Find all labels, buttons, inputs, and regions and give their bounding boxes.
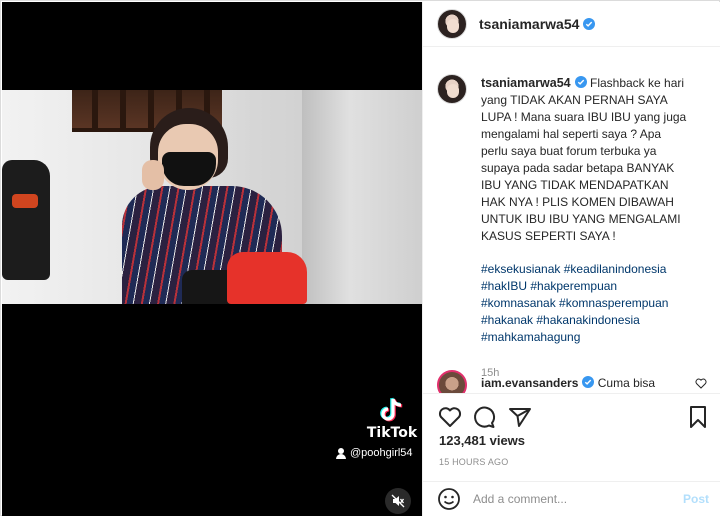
add-comment-bar: Post bbox=[423, 481, 720, 516]
verified-badge-icon bbox=[574, 76, 587, 88]
verified-badge-icon bbox=[582, 376, 595, 388]
caption-line: mengalami hal seperti saya ? Apa bbox=[481, 127, 662, 141]
smiley-icon[interactable] bbox=[437, 487, 461, 511]
video-player[interactable]: TikTok @poohgirl54 bbox=[2, 2, 422, 516]
comment-body: iam.evansanders Cuma bisa bbox=[481, 376, 655, 390]
hashtag-line[interactable]: #mahkamahagung bbox=[481, 329, 709, 346]
heart-icon[interactable] bbox=[437, 404, 463, 430]
post-timestamp[interactable]: 15 HOURS AGO bbox=[439, 457, 508, 467]
author-avatar[interactable] bbox=[437, 9, 467, 39]
post-details-panel: tsaniamarwa54 tsaniamarwa54 Flashback ke… bbox=[422, 2, 720, 516]
tiktok-watermark: TikTok bbox=[366, 425, 418, 441]
post-header: tsaniamarwa54 bbox=[423, 2, 720, 47]
speech-bubble-icon[interactable] bbox=[471, 404, 497, 430]
comment-input[interactable] bbox=[473, 492, 653, 506]
caption-line: perlu saya buat forum terbuka ya bbox=[481, 144, 657, 158]
author-username[interactable]: tsaniamarwa54 bbox=[479, 16, 596, 32]
muted-speaker-icon bbox=[391, 494, 405, 508]
caption-body: tsaniamarwa54 Flashback ke hari yang TID… bbox=[481, 75, 709, 382]
mute-toggle-button[interactable] bbox=[385, 488, 411, 514]
caption-line: IBU YANG TIDAK MENDAPATKAN bbox=[481, 178, 669, 192]
scene-red-bag bbox=[227, 252, 307, 304]
author-username-text[interactable]: tsaniamarwa54 bbox=[479, 16, 579, 32]
comment-text: Cuma bisa bbox=[597, 376, 656, 390]
hashtag-line[interactable]: #hakanak #hakanakindonesia bbox=[481, 312, 709, 329]
verified-badge-icon bbox=[583, 18, 596, 30]
caption-line: Flashback ke hari bbox=[589, 76, 685, 90]
scene-face-mask bbox=[162, 152, 216, 186]
caption-line: KASUS SEPERTI SAYA ! bbox=[481, 229, 616, 243]
video-frame[interactable] bbox=[2, 90, 422, 304]
caption-line: HAK NYA ! PLIS KOMEN DIBAWAH bbox=[481, 195, 674, 209]
user-icon bbox=[336, 447, 346, 459]
post-modal: TikTok @poohgirl54 tsaniamarwa54 tsaniam… bbox=[0, 0, 720, 516]
hashtag-list: #eksekusianak #keadilanindonesia #hakIBU… bbox=[481, 261, 709, 346]
caption-line: yang TIDAK AKAN PERNAH SAYA bbox=[481, 93, 668, 107]
scene-door bbox=[302, 90, 422, 304]
paper-plane-icon[interactable] bbox=[507, 404, 533, 430]
caption-author-username[interactable]: tsaniamarwa54 bbox=[481, 76, 571, 90]
comment-like-heart-icon[interactable] bbox=[695, 378, 707, 389]
scene-hanging-jacket bbox=[2, 160, 50, 280]
post-comment-button[interactable]: Post bbox=[683, 492, 709, 506]
comment-item: iam.evansanders Cuma bisa bbox=[437, 370, 713, 393]
tiktok-username-text: @poohgirl54 bbox=[350, 447, 413, 459]
tiktok-username: @poohgirl54 bbox=[336, 445, 413, 461]
bookmark-icon[interactable] bbox=[685, 404, 711, 430]
caption-line: supaya pada sadar betapa BANYAK bbox=[481, 161, 675, 175]
hashtag-line[interactable]: #hakIBU #hakperempuan bbox=[481, 278, 709, 295]
hashtag-line[interactable]: #eksekusianak #keadilanindonesia bbox=[481, 261, 709, 278]
caption-author-avatar[interactable] bbox=[437, 74, 467, 104]
hashtag-line[interactable]: #komnasanak #komnasperempuan bbox=[481, 295, 709, 312]
view-count[interactable]: 123,481 views bbox=[439, 433, 525, 448]
caption-line: LUPA ! Mana suara IBU IBU yang juga bbox=[481, 110, 687, 124]
comments-list[interactable]: tsaniamarwa54 Flashback ke hari yang TID… bbox=[423, 58, 720, 393]
commenter-avatar[interactable] bbox=[437, 370, 467, 393]
commenter-username[interactable]: iam.evansanders bbox=[481, 376, 578, 390]
scene-hand bbox=[142, 160, 164, 190]
caption-line: UNTUK IBU IBU YANG MENGALAMI bbox=[481, 212, 681, 226]
tiktok-logo-icon bbox=[380, 397, 403, 422]
